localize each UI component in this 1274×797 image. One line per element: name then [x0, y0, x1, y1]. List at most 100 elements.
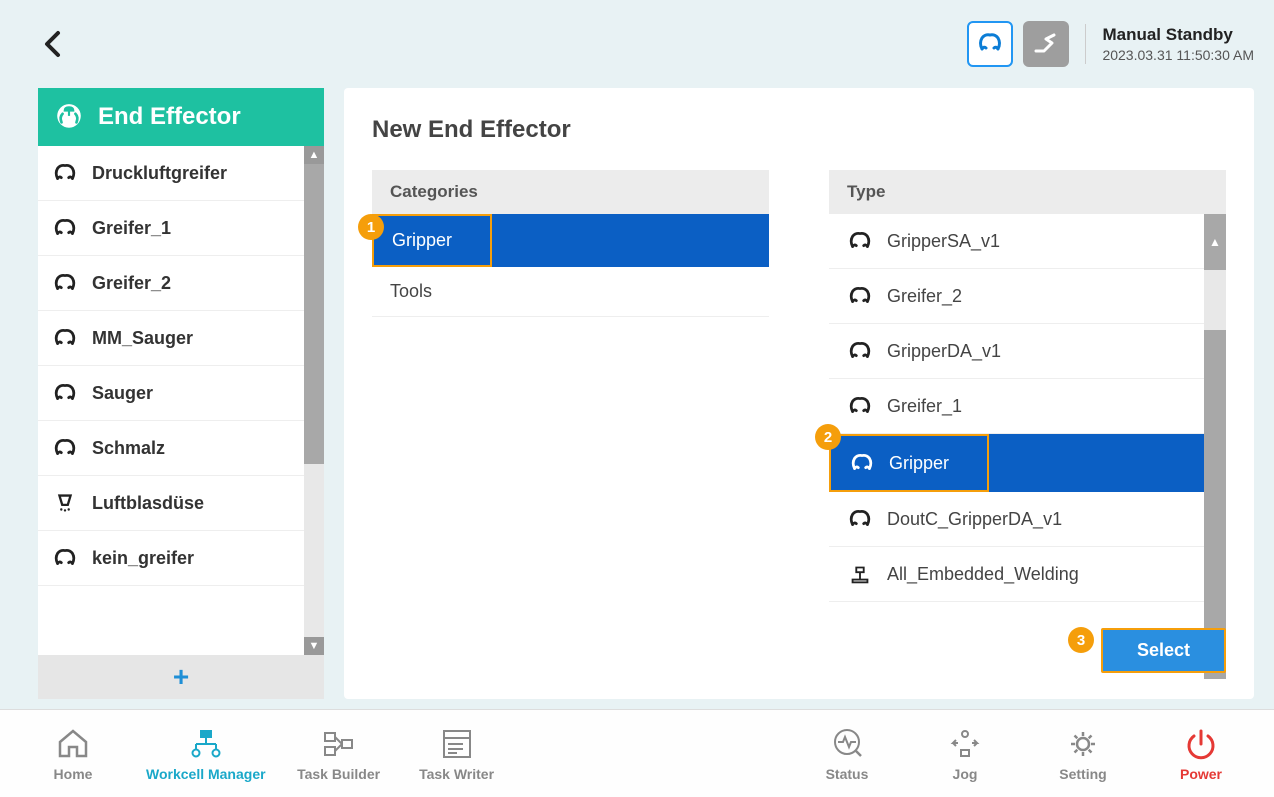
- gripper-mode-icon[interactable]: [967, 21, 1013, 67]
- page-title: New End Effector: [372, 116, 1226, 144]
- status-time: 2023.03.31 11:50:30 AM: [1102, 46, 1254, 64]
- gripper-icon: [52, 435, 78, 461]
- nav-taskbuilder[interactable]: Task Builder: [294, 726, 384, 782]
- sidebar-item[interactable]: Sauger: [38, 366, 304, 421]
- gripper-icon: [52, 160, 78, 186]
- nav-label: Task Writer: [419, 766, 494, 782]
- sidebar-item-label: Luftblasdüse: [92, 493, 204, 514]
- jog-icon: [947, 726, 983, 762]
- nav-jog[interactable]: Jog: [920, 726, 1010, 782]
- sidebar: End Effector Druckluftgreifer Greifer_1 Gr…: [38, 88, 324, 699]
- scroll-up-icon[interactable]: ▲: [304, 146, 324, 164]
- sidebar-title: End Effector: [98, 103, 241, 131]
- type-scrollbar[interactable]: ▲ ▼: [1204, 214, 1226, 679]
- nav-home[interactable]: Home: [28, 726, 118, 782]
- power-icon: [1183, 726, 1219, 762]
- scroll-up-icon[interactable]: ▲: [1204, 214, 1226, 270]
- sidebar-item-label: Greifer_1: [92, 218, 171, 239]
- status-text: Manual Standby 2023.03.31 11:50:30 AM: [1102, 24, 1254, 64]
- sidebar-item[interactable]: Druckluftgreifer: [38, 146, 304, 201]
- footer-nav: Home Workcell Manager Task Builder Task Wri…: [0, 709, 1274, 797]
- back-button[interactable]: [40, 30, 64, 58]
- nav-label: Task Builder: [297, 766, 380, 782]
- nav-setting[interactable]: Setting: [1038, 726, 1128, 782]
- gripper-icon: [52, 325, 78, 351]
- nav-label: Jog: [953, 766, 978, 782]
- nav-workcell[interactable]: Workcell Manager: [146, 726, 266, 782]
- sidebar-header: End Effector: [38, 88, 324, 146]
- workcell-icon: [188, 726, 224, 762]
- categories-header: Categories: [372, 170, 769, 214]
- nav-label: Setting: [1059, 766, 1106, 782]
- category-label: Tools: [390, 281, 432, 302]
- type-label: DoutC_GripperDA_v1: [887, 509, 1062, 530]
- sidebar-item[interactable]: kein_greifer: [38, 531, 304, 586]
- sidebar-item-label: Greifer_2: [92, 273, 171, 294]
- type-label: Greifer_2: [887, 286, 962, 307]
- sidebar-item-label: kein_greifer: [92, 548, 194, 569]
- sidebar-item[interactable]: Schmalz: [38, 421, 304, 476]
- gripper-icon: [52, 270, 78, 296]
- nav-label: Power: [1180, 766, 1222, 782]
- divider: [1085, 24, 1086, 64]
- badge-3: 3: [1068, 627, 1094, 653]
- type-item[interactable]: GripperSA_v1: [829, 214, 1204, 269]
- sidebar-item-label: Sauger: [92, 383, 153, 404]
- nav-status[interactable]: Status: [802, 726, 892, 782]
- gripper-icon: [52, 380, 78, 406]
- type-label: Greifer_1: [887, 396, 962, 417]
- taskbuilder-icon: [321, 726, 357, 762]
- status-icon: [829, 726, 865, 762]
- sidebar-item-label: Schmalz: [92, 438, 165, 459]
- type-label: GripperDA_v1: [887, 341, 1001, 362]
- sidebar-scrollbar[interactable]: ▲ ▼: [304, 146, 324, 655]
- robot-mode-icon[interactable]: [1023, 21, 1069, 67]
- sidebar-item[interactable]: Luftblasdüse: [38, 476, 304, 531]
- setting-icon: [1065, 726, 1101, 762]
- scroll-thumb[interactable]: [1204, 330, 1226, 623]
- home-icon: [55, 726, 91, 762]
- type-item[interactable]: GripperDA_v1: [829, 324, 1204, 379]
- main-panel: New End Effector 1 Categories Gripper Too…: [344, 88, 1254, 699]
- category-item[interactable]: Tools: [372, 267, 769, 317]
- nav-label: Status: [826, 766, 869, 782]
- type-item[interactable]: Gripper: [829, 434, 989, 492]
- sidebar-item-label: MM_Sauger: [92, 328, 193, 349]
- category-label: Gripper: [392, 230, 452, 251]
- type-label: Gripper: [889, 453, 949, 474]
- type-item[interactable]: Greifer_1: [829, 379, 1204, 434]
- type-item[interactable]: DoutC_GripperDA_v1: [829, 492, 1204, 547]
- end-effector-icon: [54, 102, 84, 132]
- nav-taskwriter[interactable]: Task Writer: [412, 726, 502, 782]
- type-label: GripperSA_v1: [887, 231, 1000, 252]
- add-button[interactable]: +: [38, 655, 324, 699]
- gripper-icon: [52, 215, 78, 241]
- gripper-icon: [847, 506, 873, 532]
- gripper-icon: [849, 450, 875, 476]
- gripper-icon: [847, 283, 873, 309]
- type-label: All_Embedded_Welding: [887, 564, 1079, 585]
- nav-label: Workcell Manager: [146, 766, 266, 782]
- header: Manual Standby 2023.03.31 11:50:30 AM: [0, 0, 1274, 88]
- type-item[interactable]: All_Embedded_Welding: [829, 547, 1204, 602]
- nav-label: Home: [54, 766, 93, 782]
- badge-1: 1: [358, 214, 384, 240]
- weld-icon: [847, 561, 873, 587]
- type-header: Type: [829, 170, 1226, 214]
- sidebar-item[interactable]: MM_Sauger: [38, 311, 304, 366]
- select-button[interactable]: Select: [1101, 628, 1226, 673]
- category-item[interactable]: Gripper: [372, 214, 492, 267]
- nav-power[interactable]: Power: [1156, 726, 1246, 782]
- nozzle-icon: [52, 490, 78, 516]
- badge-2: 2: [815, 424, 841, 450]
- scroll-down-icon[interactable]: ▼: [304, 637, 324, 655]
- gripper-icon: [847, 228, 873, 254]
- sidebar-item[interactable]: Greifer_2: [38, 256, 304, 311]
- add-icon: +: [173, 661, 189, 693]
- scroll-thumb[interactable]: [304, 164, 324, 464]
- type-item[interactable]: Greifer_2: [829, 269, 1204, 324]
- gripper-icon: [847, 338, 873, 364]
- taskwriter-icon: [439, 726, 475, 762]
- sidebar-item-label: Druckluftgreifer: [92, 163, 227, 184]
- sidebar-item[interactable]: Greifer_1: [38, 201, 304, 256]
